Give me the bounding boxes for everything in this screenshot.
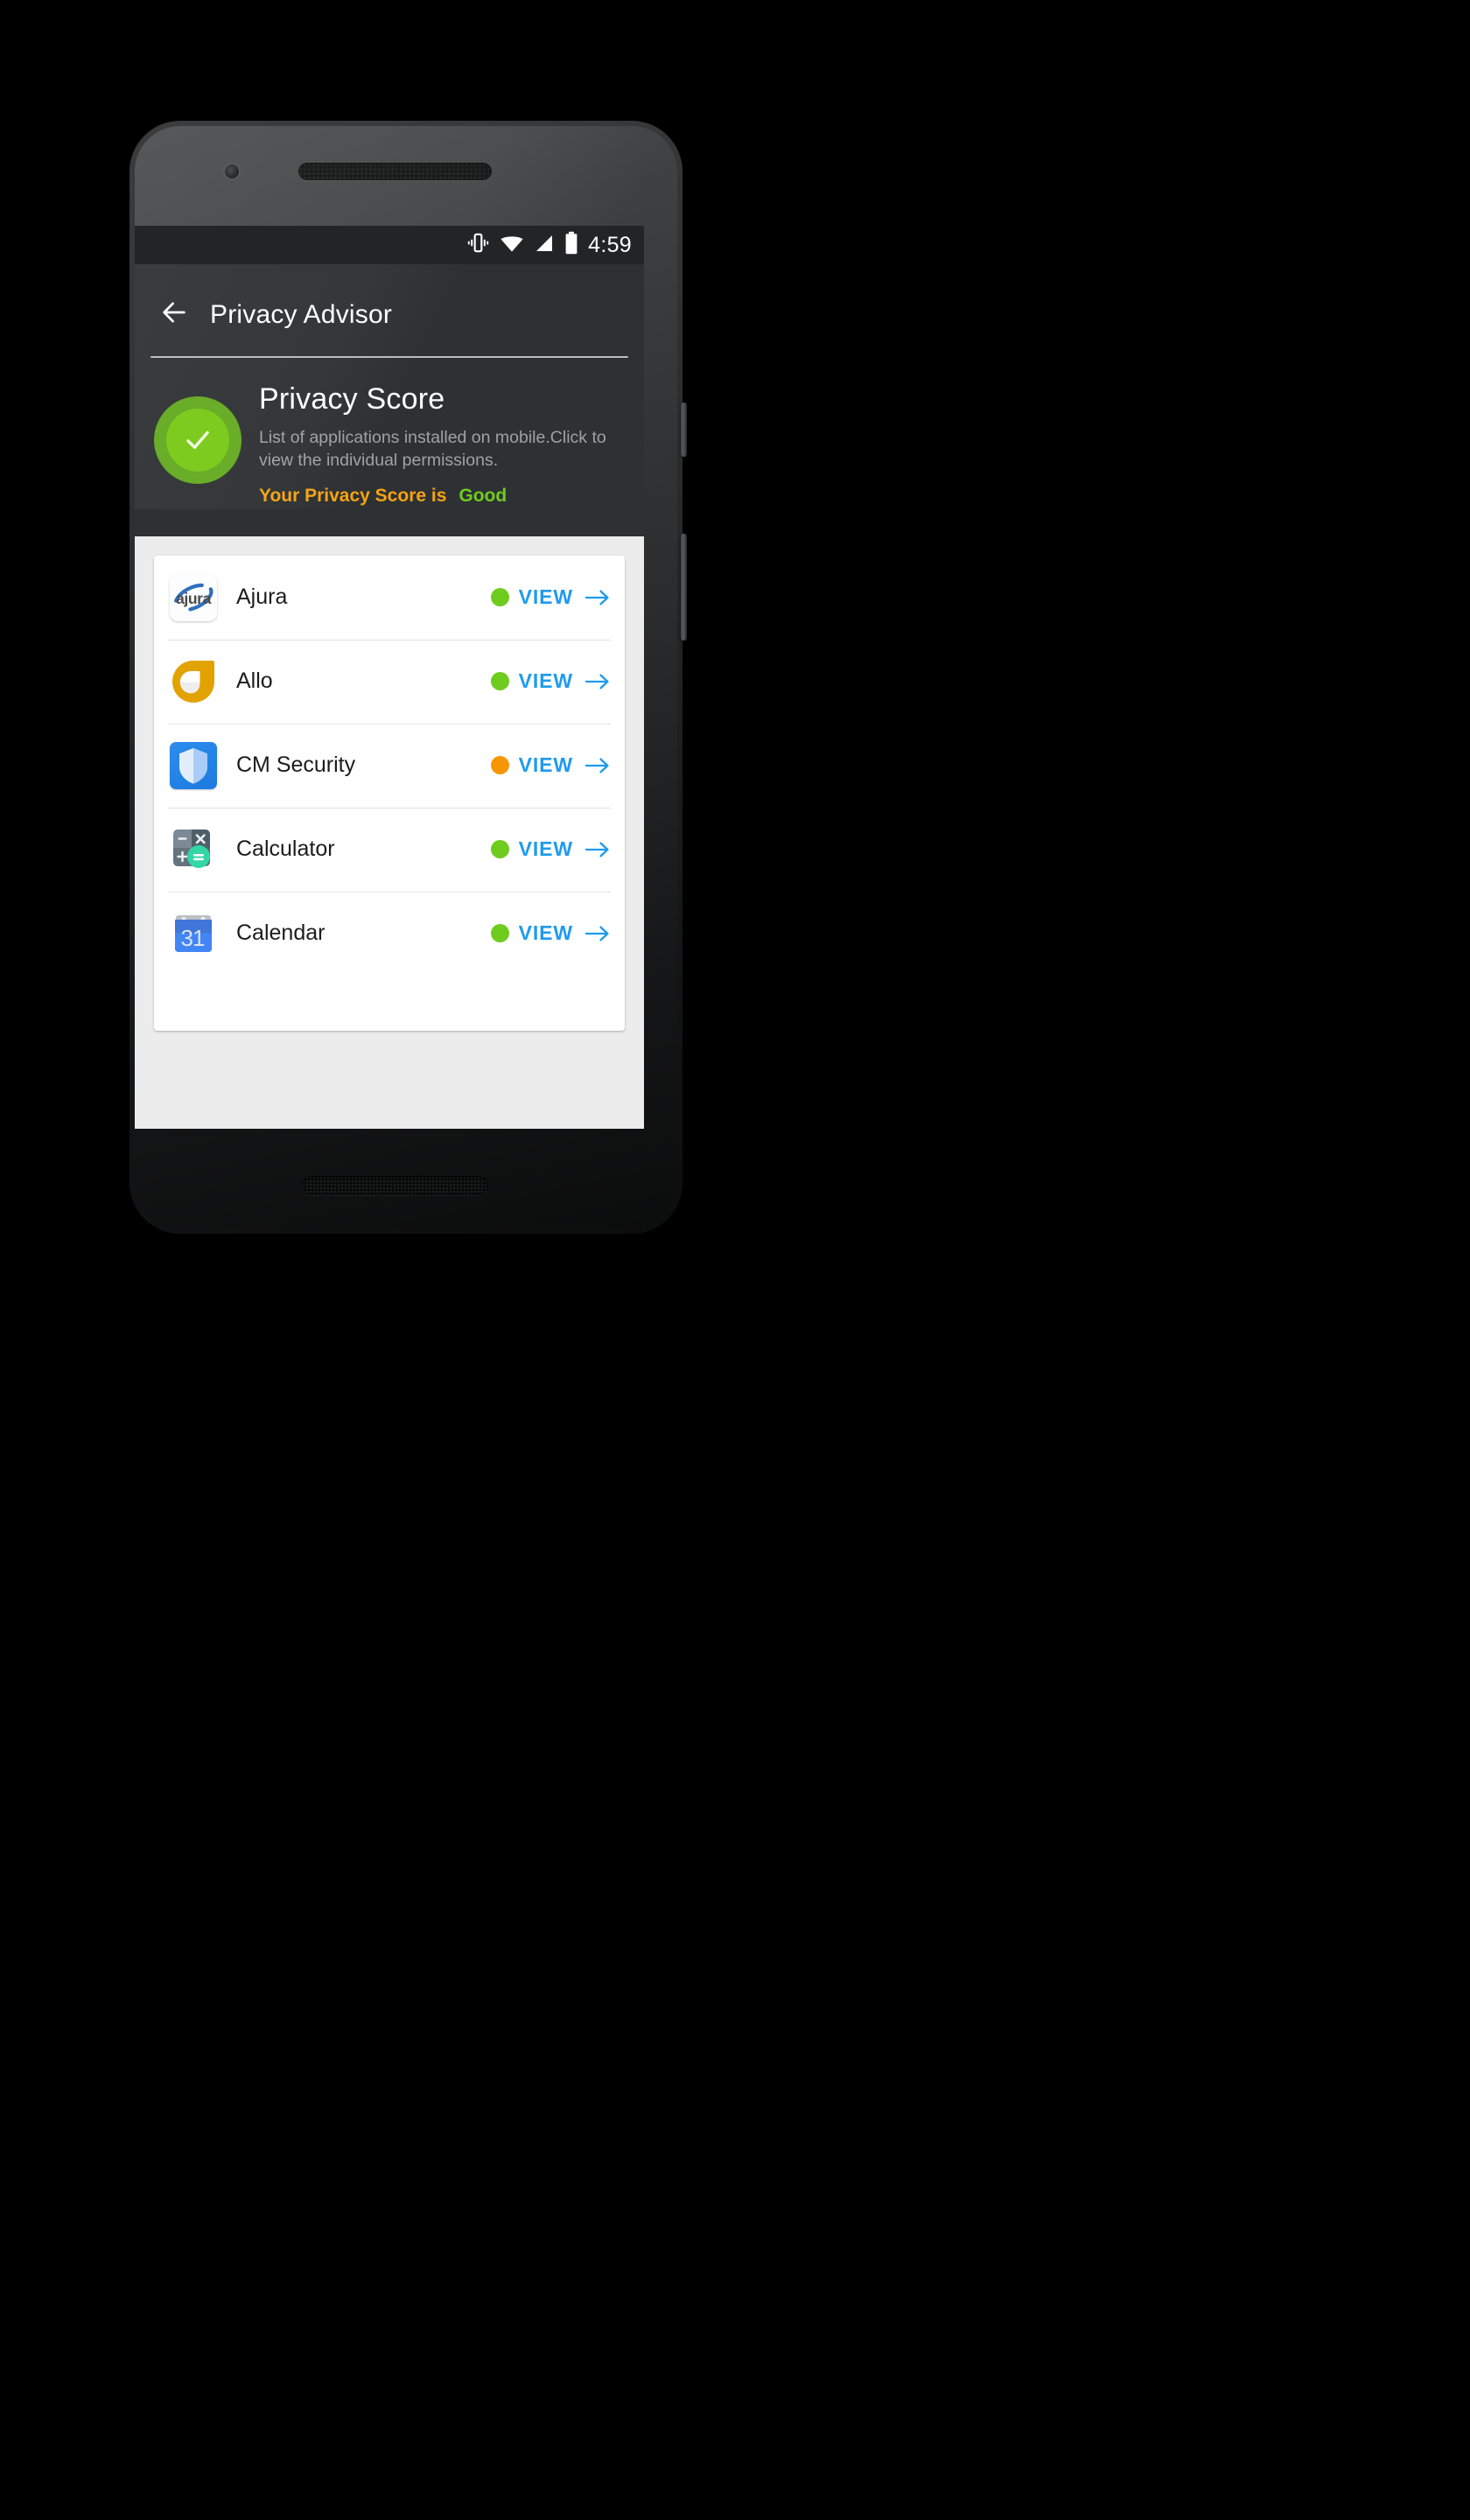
bottom-speaker bbox=[302, 1176, 488, 1195]
status-bar: 4:59 bbox=[135, 226, 644, 264]
back-arrow-icon bbox=[159, 298, 189, 332]
phone-screen: 4:59 Privacy Advisor Privacy Score List … bbox=[135, 226, 644, 1129]
row-actions[interactable]: VIEW bbox=[490, 585, 611, 609]
status-bar-clock: 4:59 bbox=[588, 232, 632, 257]
app-list-card: ajura Ajura VIEW Allo VIEW CM Security V… bbox=[154, 555, 625, 1031]
list-item[interactable]: Calculator VIEW bbox=[154, 807, 625, 892]
vibrate-icon bbox=[466, 231, 490, 259]
wifi-icon bbox=[500, 233, 524, 258]
status-bar-icons bbox=[466, 231, 578, 259]
arrow-right-icon bbox=[584, 671, 611, 692]
status-badge bbox=[490, 588, 509, 607]
screenshot-stage: 4:59 Privacy Advisor Privacy Score List … bbox=[0, 0, 1470, 2520]
list-item[interactable]: 31 Calendar VIEW bbox=[154, 891, 625, 976]
status-badge bbox=[490, 756, 509, 775]
view-button[interactable]: VIEW bbox=[519, 753, 573, 777]
status-badge bbox=[490, 672, 509, 691]
row-actions[interactable]: VIEW bbox=[490, 753, 611, 777]
check-circle-icon bbox=[154, 396, 242, 484]
app-name: Ajura bbox=[236, 584, 288, 610]
row-actions[interactable]: VIEW bbox=[490, 921, 611, 945]
list-item[interactable]: Allo VIEW bbox=[154, 639, 625, 724]
view-button[interactable]: VIEW bbox=[519, 585, 573, 609]
app-bar: Privacy Advisor bbox=[135, 264, 644, 365]
allo-app-icon bbox=[170, 658, 217, 705]
list-item[interactable]: CM Security VIEW bbox=[154, 723, 625, 808]
privacy-score-result-value: Good bbox=[458, 485, 508, 506]
status-badge bbox=[490, 924, 509, 943]
privacy-score-description: List of applications installed on mobile… bbox=[259, 427, 606, 470]
app-name: Calendar bbox=[236, 920, 326, 946]
ajura-app-icon: ajura bbox=[170, 573, 217, 621]
cm-security-app-icon bbox=[170, 741, 217, 789]
view-button[interactable]: VIEW bbox=[519, 837, 573, 861]
volume-rocker-button[interactable] bbox=[681, 534, 687, 640]
view-button[interactable]: VIEW bbox=[519, 921, 573, 945]
back-button[interactable] bbox=[154, 295, 194, 335]
view-button[interactable]: VIEW bbox=[519, 669, 573, 693]
arrow-right-icon bbox=[584, 755, 611, 776]
privacy-score-header: Privacy Score List of applications insta… bbox=[135, 264, 644, 536]
earpiece-speaker bbox=[298, 163, 492, 180]
page-title: Privacy Advisor bbox=[210, 299, 393, 329]
front-camera-icon bbox=[225, 164, 239, 178]
privacy-score-result-line: Your Privacy Score is Good bbox=[259, 486, 625, 507]
app-name: CM Security bbox=[236, 752, 356, 778]
app-list-area: ajura Ajura VIEW Allo VIEW CM Security V… bbox=[135, 536, 644, 1031]
signal-icon bbox=[534, 233, 555, 258]
app-name: Calculator bbox=[236, 836, 335, 862]
calculator-app-icon bbox=[170, 826, 217, 873]
arrow-right-icon bbox=[584, 839, 611, 860]
status-badge bbox=[490, 840, 509, 859]
calendar-app-icon: 31 bbox=[170, 910, 217, 957]
battery-icon bbox=[564, 231, 578, 259]
privacy-score-result-label: Your Privacy Score is bbox=[259, 485, 447, 506]
list-item[interactable]: ajura Ajura VIEW bbox=[154, 556, 625, 640]
app-name: Allo bbox=[236, 668, 273, 694]
row-actions[interactable]: VIEW bbox=[490, 837, 611, 861]
privacy-score-title: Privacy Score bbox=[259, 382, 445, 416]
svg-text:31: 31 bbox=[181, 925, 205, 951]
arrow-right-icon bbox=[584, 587, 611, 608]
power-button[interactable] bbox=[681, 402, 687, 457]
row-actions[interactable]: VIEW bbox=[490, 669, 611, 693]
svg-text:ajura: ajura bbox=[176, 590, 211, 607]
privacy-score-text-block: Privacy Score List of applications insta… bbox=[259, 382, 625, 507]
arrow-right-icon bbox=[584, 923, 611, 944]
